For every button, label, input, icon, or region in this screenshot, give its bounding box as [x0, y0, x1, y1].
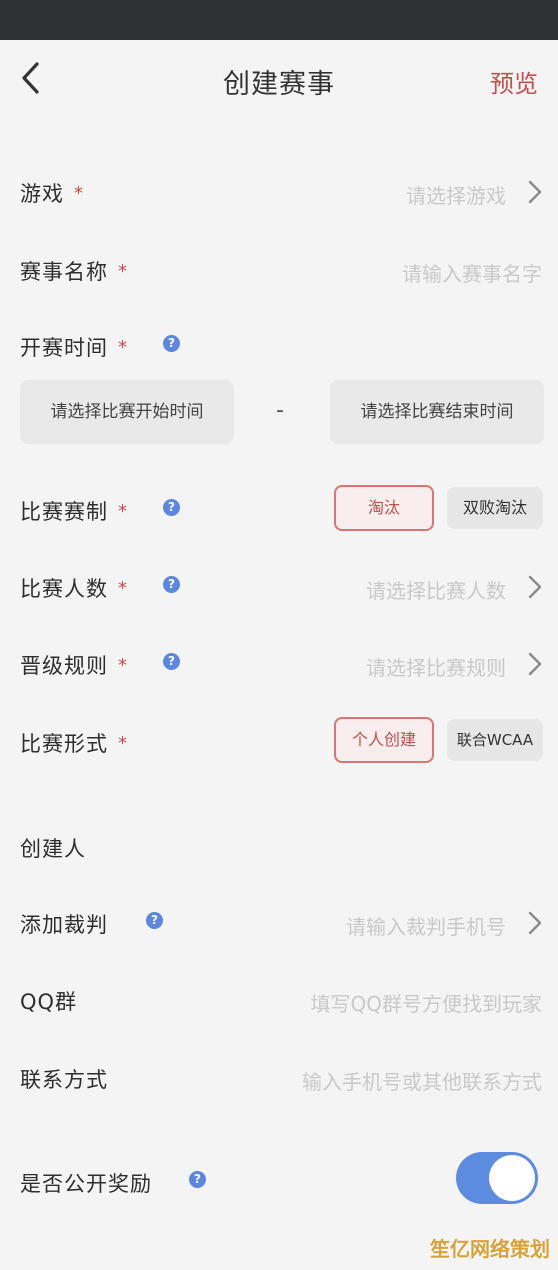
mode-option-wcaa[interactable]: 联合WCAA [447, 719, 543, 761]
promotion-label: 晋级规则 * [20, 654, 128, 678]
required-mark: * [118, 578, 128, 599]
start-time-label: 开赛时间 * [20, 336, 128, 360]
required-mark: * [118, 261, 128, 282]
referee-label: 添加裁判 [20, 913, 108, 937]
format-option-double-elim[interactable]: 双败淘汰 [447, 487, 543, 529]
help-icon[interactable]: ? [146, 912, 163, 929]
qq-row: QQ群 填写QQ群号方便找到玩家 [0, 970, 558, 1030]
qq-input[interactable]: 填写QQ群号方便找到玩家 [311, 988, 542, 1017]
help-icon[interactable]: ? [163, 499, 180, 516]
required-mark: * [118, 501, 128, 522]
qq-label: QQ群 [20, 990, 78, 1014]
watermark: 笙亿网络策划 [430, 1237, 550, 1261]
contact-label: 联系方式 [20, 1068, 108, 1092]
promotion-row[interactable]: 晋级规则 * ? 请选择比赛规则 [0, 634, 558, 694]
chevron-right-icon [528, 652, 542, 676]
chevron-right-icon [528, 911, 542, 935]
page-title: 创建赛事 [223, 69, 335, 100]
required-mark: * [118, 337, 128, 358]
game-label: 游戏 * [20, 182, 84, 206]
format-label: 比赛赛制 * [20, 500, 128, 524]
time-separator: - [276, 398, 284, 423]
toggle-knob [489, 1155, 535, 1201]
help-icon[interactable]: ? [163, 576, 180, 593]
players-row[interactable]: 比赛人数 * ? 请选择比赛人数 [0, 557, 558, 617]
status-bar [0, 0, 558, 40]
creator-label: 创建人 [20, 837, 86, 861]
referee-row[interactable]: 添加裁判 ? 请输入裁判手机号 [0, 893, 558, 953]
start-time-picker[interactable]: 请选择比赛开始时间 [20, 380, 234, 444]
mode-option-personal[interactable]: 个人创建 [334, 717, 434, 763]
reward-label: 是否公开奖励 [20, 1172, 152, 1196]
reward-toggle[interactable] [456, 1152, 538, 1204]
event-name-label: 赛事名称 * [20, 260, 128, 284]
contact-input[interactable]: 输入手机号或其他联系方式 [302, 1066, 542, 1095]
end-time-picker[interactable]: 请选择比赛结束时间 [330, 380, 544, 444]
mode-label: 比赛形式 * [20, 732, 128, 756]
help-icon[interactable]: ? [163, 335, 180, 352]
chevron-right-icon [528, 180, 542, 204]
event-name-row: 赛事名称 * 请输入赛事名字 [0, 240, 558, 300]
event-name-input[interactable]: 请输入赛事名字 [402, 258, 542, 287]
help-icon[interactable]: ? [163, 653, 180, 670]
players-label: 比赛人数 * [20, 577, 128, 601]
contact-row: 联系方式 输入手机号或其他联系方式 [0, 1048, 558, 1108]
referee-input[interactable]: 请输入裁判手机号 [346, 911, 506, 940]
creator-row: 创建人 [0, 817, 558, 877]
required-mark: * [118, 733, 128, 754]
players-select[interactable]: 请选择比赛人数 [366, 575, 506, 604]
preview-button[interactable]: 预览 [490, 64, 538, 99]
game-select[interactable]: 请选择游戏 [406, 180, 506, 209]
game-row[interactable]: 游戏 * 请选择游戏 [0, 162, 558, 222]
start-time-row: 开赛时间 * ? [0, 316, 558, 376]
required-mark: * [118, 655, 128, 676]
required-mark: * [74, 183, 84, 204]
chevron-right-icon [528, 575, 542, 599]
help-icon[interactable]: ? [189, 1171, 206, 1188]
promotion-select[interactable]: 请选择比赛规则 [366, 652, 506, 681]
nav-bar: 创建赛事 预览 [0, 40, 558, 120]
format-option-knockout[interactable]: 淘汰 [334, 485, 434, 531]
